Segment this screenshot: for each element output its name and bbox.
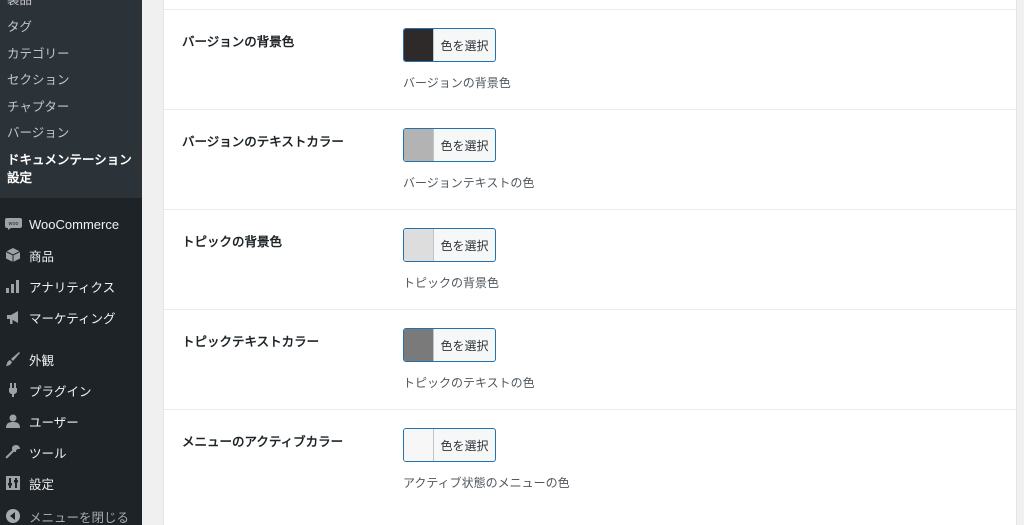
setting-label: トピックの背景色: [182, 234, 283, 249]
cube-icon: [4, 246, 22, 264]
menu-item-settings[interactable]: 設定: [0, 468, 142, 498]
collapse-menu-button[interactable]: メニューを閉じる: [0, 501, 142, 525]
setting-label: バージョンのテキストカラー: [182, 134, 344, 149]
setting-description: バージョンテキストの色: [403, 176, 535, 190]
setting-row-version-bg: バージョンの背景色 色を選択 バージョンの背景色: [164, 9, 1016, 109]
setting-description: トピックの背景色: [403, 276, 500, 290]
bar-chart-icon: [4, 277, 22, 295]
color-picker-button[interactable]: 色を選択: [403, 128, 496, 162]
color-swatch: [404, 429, 434, 461]
menu-item-analytics[interactable]: アナリティクス: [0, 271, 142, 301]
menu-item-woocommerce[interactable]: woo WooCommerce: [0, 209, 142, 239]
setting-label: メニューのアクティブカラー: [182, 434, 344, 449]
menu-item-users[interactable]: ユーザー: [0, 406, 142, 436]
admin-sidebar: 製品 タグ カテゴリー セクション チャプター バージョン ドキュメンテーション…: [0, 0, 142, 525]
submenu-item-categories[interactable]: カテゴリー: [7, 46, 70, 62]
menu-label: マーケティング: [29, 310, 116, 326]
plugin-icon: [4, 381, 22, 399]
setting-row-topic-bg: トピックの背景色 色を選択 トピックの背景色: [164, 209, 1016, 309]
submenu-current-line1: ドキュメンテーション: [7, 152, 132, 167]
select-color-label: 色を選択: [440, 338, 489, 353]
color-swatch: [404, 129, 434, 161]
submenu-current-line2: 設定: [7, 170, 33, 185]
menu-label: ツール: [29, 445, 67, 461]
select-color-label: 色を選択: [440, 238, 489, 253]
user-icon: [4, 412, 22, 430]
collapse-icon: [4, 507, 22, 525]
documentation-submenu: 製品 タグ カテゴリー セクション チャプター バージョン ドキュメンテーション…: [0, 0, 142, 198]
select-color-label: 色を選択: [440, 138, 489, 153]
setting-row-menu-active: メニューのアクティブカラー 色を選択 アクティブ状態のメニューの色: [164, 409, 1016, 525]
submenu-item-chapters[interactable]: チャプター: [7, 99, 69, 115]
submenu-item-documentation-settings[interactable]: ドキュメンテーション 設定: [7, 151, 132, 187]
collapse-menu-label: メニューを閉じる: [29, 509, 130, 525]
color-picker-button[interactable]: 色を選択: [403, 228, 496, 262]
color-picker-button[interactable]: 色を選択: [403, 328, 496, 362]
menu-item-appearance[interactable]: 外観: [0, 344, 142, 374]
color-swatch: [404, 329, 434, 361]
submenu-item-versions[interactable]: バージョン: [7, 125, 69, 141]
color-picker-button[interactable]: 色を選択: [403, 428, 496, 462]
settings-panel: バージョンの背景色 色を選択 バージョンの背景色 バージョンのテキストカラー 色…: [163, 0, 1017, 525]
menu-label: WooCommerce: [29, 216, 120, 232]
setting-description: トピックのテキストの色: [403, 376, 535, 390]
megaphone-icon: [4, 308, 22, 326]
setting-row-version-text: バージョンのテキストカラー 色を選択 バージョンテキストの色: [164, 109, 1016, 209]
submenu-item-products[interactable]: 製品: [7, 0, 32, 8]
menu-item-tools[interactable]: ツール: [0, 437, 142, 467]
setting-description: バージョンの背景色: [403, 76, 511, 90]
submenu-item-tags[interactable]: タグ: [7, 19, 32, 35]
menu-item-marketing[interactable]: マーケティング: [0, 302, 142, 332]
menu-label: 商品: [29, 248, 55, 264]
menu-label: アナリティクス: [29, 279, 116, 295]
woo-icon: woo: [4, 215, 22, 233]
menu-item-plugins[interactable]: プラグイン: [0, 375, 142, 405]
menu-item-products[interactable]: 商品: [0, 240, 142, 270]
setting-description: アクティブ状態のメニューの色: [403, 476, 570, 490]
submenu-item-sections[interactable]: セクション: [7, 72, 70, 88]
wrench-icon: [4, 443, 22, 461]
setting-label: トピックテキストカラー: [182, 334, 320, 349]
menu-label: 設定: [29, 476, 55, 492]
color-swatch: [404, 229, 434, 261]
menu-label: プラグイン: [29, 383, 92, 399]
paintbrush-icon: [4, 350, 22, 368]
setting-label: バージョンの背景色: [182, 34, 295, 49]
menu-label: 外観: [29, 352, 55, 368]
color-swatch: [404, 29, 434, 61]
menu-label: ユーザー: [29, 414, 79, 430]
select-color-label: 色を選択: [440, 38, 489, 53]
setting-row-topic-text: トピックテキストカラー 色を選択 トピックのテキストの色: [164, 309, 1016, 409]
select-color-label: 色を選択: [440, 438, 489, 453]
svg-text:woo: woo: [8, 221, 18, 227]
settings-icon: [4, 474, 22, 492]
color-picker-button[interactable]: 色を選択: [403, 28, 496, 62]
